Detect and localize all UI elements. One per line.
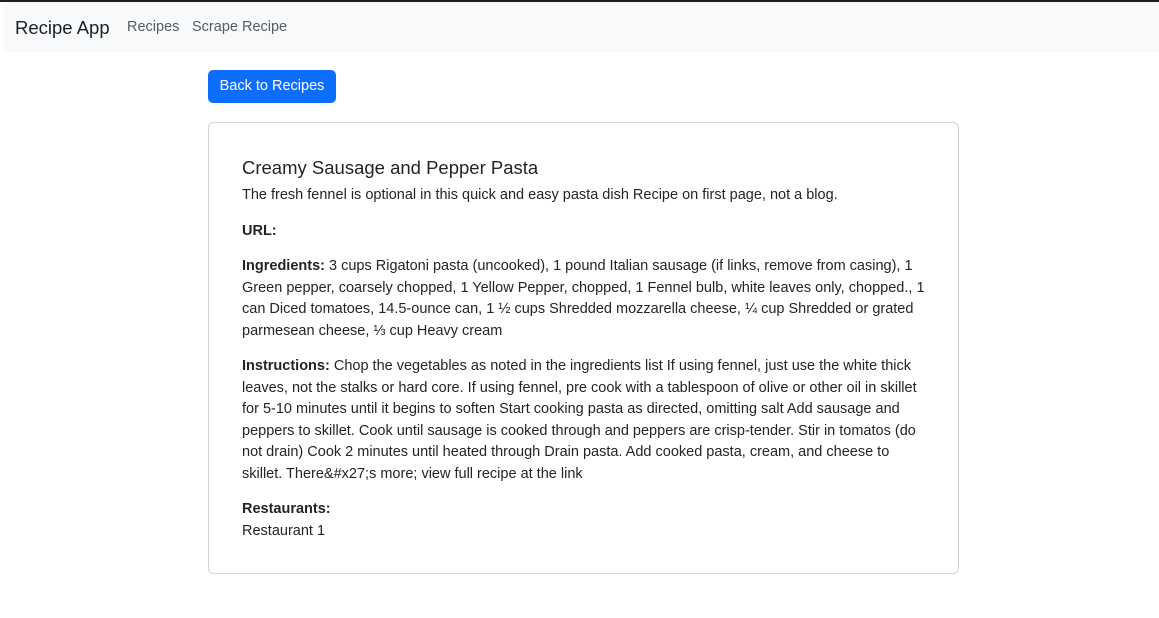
ingredients-text: 3 cups Rigatoni pasta (uncooked), 1 poun… — [242, 258, 925, 339]
url-label: URL: — [242, 222, 277, 239]
recipe-title: Creamy Sausage and Pepper Pasta — [242, 157, 539, 178]
recipe-description: The fresh fennel is optional in this qui… — [242, 187, 838, 203]
instructions-label: Instructions: — [242, 358, 330, 374]
nav-link-scrape-recipe[interactable]: Scrape Recipe — [192, 18, 287, 36]
navbar: Recipe App Recipes Scrape Recipe — [4, 2, 1159, 52]
navbar-brand[interactable]: Recipe App — [15, 17, 110, 39]
recipe-card: Creamy Sausage and Pepper Pasta The fres… — [208, 122, 959, 574]
recipe-url: URL: — [242, 221, 932, 243]
restaurants-label: Restaurants: — [242, 501, 331, 517]
ingredients-label: Ingredients: — [242, 258, 325, 274]
recipe-ingredients: Ingredients: 3 cups Rigatoni pasta (unco… — [242, 256, 932, 342]
nav-link-recipes[interactable]: Recipes — [127, 18, 179, 36]
recipe-restaurants: Restaurants: Restaurant 1 — [242, 499, 932, 542]
instructions-text: Chop the vegetables as noted in the ingr… — [242, 358, 917, 482]
recipe-card-body: Creamy Sausage and Pepper Pasta The fres… — [242, 156, 932, 542]
back-to-recipes-button[interactable]: Back to Recipes — [208, 70, 336, 103]
restaurant-item: Restaurant 1 — [242, 522, 326, 539]
recipe-instructions: Instructions: Chop the vegetables as not… — [242, 356, 932, 485]
